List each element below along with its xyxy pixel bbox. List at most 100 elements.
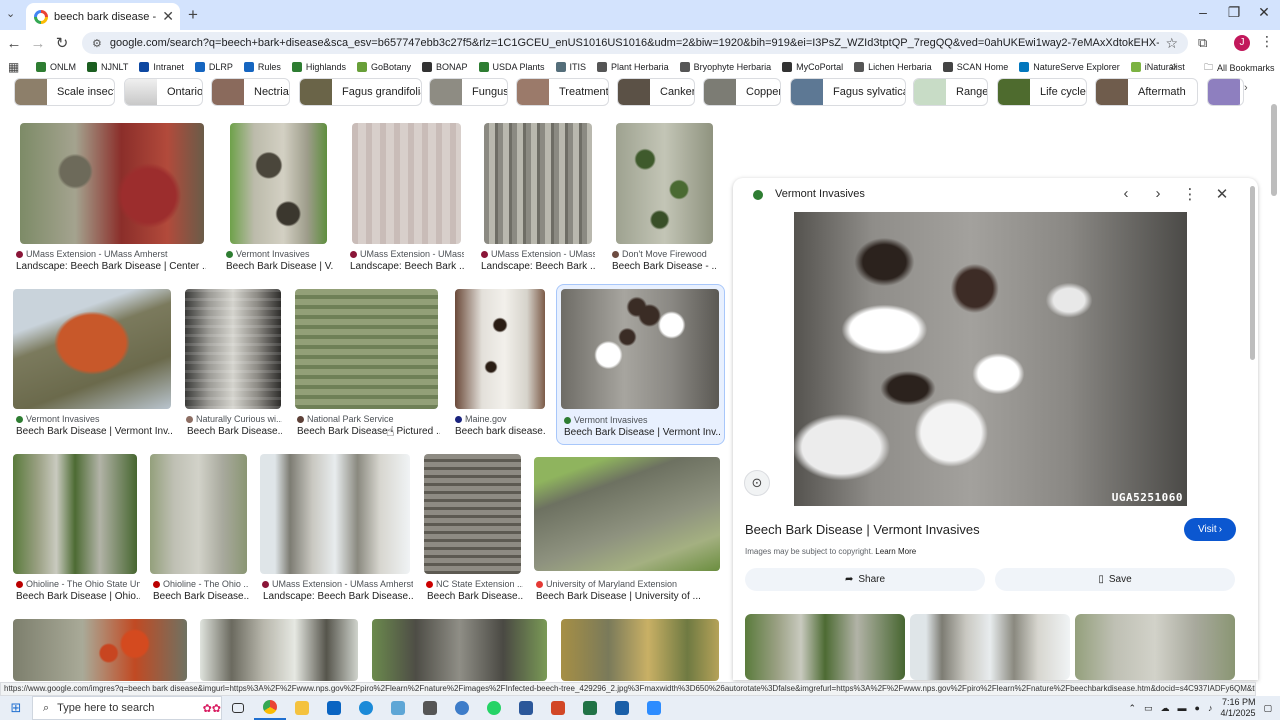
chip[interactable]: Nectria xyxy=(211,78,290,106)
bookmark-item[interactable]: ONLM xyxy=(36,62,76,72)
chip[interactable]: Life cycle xyxy=(997,78,1087,106)
image-result[interactable]: UMass Extension - UMass... Landscape: Be… xyxy=(348,122,464,274)
bookmark-item[interactable]: Lichen Herbaria xyxy=(854,62,932,72)
chip[interactable]: Treatment xyxy=(516,78,609,106)
close-tab-icon[interactable]: ✕ xyxy=(162,8,174,25)
preview-scrollbar[interactable] xyxy=(1250,186,1255,360)
bookmark-item[interactable]: Plant Herbaria xyxy=(597,62,669,72)
back-icon[interactable]: ← xyxy=(2,35,26,52)
image-result[interactable]: Vermont Invasives Beech Bark Disease | V… xyxy=(12,288,172,440)
image-result[interactable]: Maine.gov Beech bark disease... xyxy=(452,288,546,440)
image-result[interactable]: University of Maryland Extension Beech B… xyxy=(532,453,722,605)
extensions-icon[interactable]: ⧉ xyxy=(1198,35,1207,51)
image-result[interactable]: Ohioline - The Ohio State Un... Beech Ba… xyxy=(12,453,140,605)
bookmark-item[interactable]: MyCoPortal xyxy=(782,62,843,72)
browser-menu-icon[interactable]: ⋮ xyxy=(1260,33,1274,50)
bookmark-item[interactable]: DLRP xyxy=(194,62,233,72)
apps-grid-icon[interactable]: ▦ xyxy=(8,60,22,74)
image-result[interactable]: Vermont Invasives Beech Bark Disease | V… xyxy=(224,122,334,274)
image-result[interactable]: NC State Extension ... Beech Bark Diseas… xyxy=(423,453,523,605)
image-result-selected[interactable]: Vermont Invasives Beech Bark Disease | V… xyxy=(556,284,725,445)
preview-image[interactable]: UGA5251060 xyxy=(794,212,1187,506)
bookmark-item[interactable]: ITIS xyxy=(555,62,586,72)
task-view-icon[interactable] xyxy=(222,696,254,720)
notifications-icon[interactable]: ▢ xyxy=(1263,703,1272,714)
related-image[interactable] xyxy=(910,614,1070,680)
file-explorer-icon[interactable] xyxy=(286,696,318,720)
chip[interactable]: Canker xyxy=(617,78,695,106)
chip[interactable]: Ontario xyxy=(124,78,203,106)
word-icon[interactable] xyxy=(510,696,542,720)
taskbar-search[interactable]: ⌕ Type here to search ✿✿ xyxy=(32,696,222,720)
tray-overflow-icon[interactable]: ⌃ xyxy=(1128,703,1136,714)
image-result[interactable]: Don't Move Firewood Beech Bark Disease -… xyxy=(610,122,716,274)
all-bookmarks-button[interactable]: 🗀 All Bookmarks xyxy=(1204,60,1275,76)
outlook-icon[interactable] xyxy=(318,696,350,720)
app-icon[interactable] xyxy=(606,696,638,720)
chrome-icon[interactable] xyxy=(254,696,286,720)
image-result[interactable] xyxy=(371,619,548,681)
bookmark-item[interactable]: BONAP xyxy=(421,62,468,72)
chip[interactable]: Fagus sylvatica xyxy=(790,78,906,106)
new-tab-icon[interactable]: + xyxy=(188,5,198,25)
learn-more-link[interactable]: Learn More xyxy=(875,547,916,556)
preview-source[interactable]: Vermont Invasives xyxy=(775,188,865,200)
close-window-icon[interactable]: ✕ xyxy=(1249,4,1279,21)
bookmark-item[interactable]: Highlands xyxy=(291,62,346,72)
bookmark-item[interactable]: SCAN Home xyxy=(942,62,1008,72)
visit-button[interactable]: Visit › xyxy=(1184,518,1236,541)
related-image[interactable] xyxy=(745,614,905,680)
bookmark-item[interactable]: GoBotany xyxy=(356,62,411,72)
site-info-icon[interactable]: ⚙ xyxy=(92,37,102,50)
calculator-icon[interactable] xyxy=(414,696,446,720)
bookmark-item[interactable]: Rules xyxy=(243,62,281,72)
image-result[interactable]: National Park Service Beech Bark Disease… xyxy=(294,288,440,440)
image-result[interactable]: UMass Extension - UMass Amherst Landscap… xyxy=(14,122,206,274)
chip[interactable]: Fungus xyxy=(429,78,508,106)
edge-icon[interactable] xyxy=(350,696,382,720)
chip[interactable]: Aftermath xyxy=(1095,78,1198,106)
bookmark-item[interactable]: Intranet xyxy=(139,62,184,72)
bookmark-star-icon[interactable]: ☆ xyxy=(1165,35,1178,52)
chip[interactable] xyxy=(1207,78,1244,106)
chip[interactable]: Fagus grandifolia xyxy=(299,78,422,106)
battery-icon[interactable]: ▬ xyxy=(1178,703,1187,713)
clock[interactable]: 7:16 PM 4/1/2025 xyxy=(1220,697,1255,719)
image-result[interactable] xyxy=(560,619,720,681)
chip[interactable]: Copper xyxy=(703,78,781,106)
microphone-icon[interactable]: ● xyxy=(1195,703,1200,713)
cloud-icon[interactable]: ☁ xyxy=(1161,703,1170,714)
excel-icon[interactable] xyxy=(574,696,606,720)
chips-scroll-right-icon[interactable]: › xyxy=(1244,82,1248,94)
previous-icon[interactable]: ‹ xyxy=(1116,185,1136,202)
share-button[interactable]: ➦ Share xyxy=(745,568,985,591)
bookmark-item[interactable]: NJNLT xyxy=(87,62,128,72)
forward-icon[interactable]: → xyxy=(26,35,50,52)
reload-icon[interactable]: ↻ xyxy=(50,34,74,52)
image-result[interactable]: Naturally Curious wi... Beech Bark Disea… xyxy=(184,288,282,440)
app-icon[interactable] xyxy=(382,696,414,720)
next-icon[interactable]: › xyxy=(1148,185,1168,202)
chip[interactable]: Scale insect xyxy=(14,78,115,106)
image-result[interactable]: UMass Extension - UMass... Landscape: Be… xyxy=(479,122,595,274)
close-icon[interactable]: ✕ xyxy=(1212,185,1232,203)
minimize-icon[interactable]: – xyxy=(1188,4,1218,20)
chip[interactable]: Range xyxy=(913,78,988,106)
lens-search-icon[interactable]: ⊙ xyxy=(744,470,770,496)
volume-icon[interactable]: ♪ xyxy=(1208,703,1213,713)
whatsapp-icon[interactable] xyxy=(478,696,510,720)
bookmark-item[interactable]: NatureServe Explorer xyxy=(1019,62,1120,72)
more-options-icon[interactable]: ⋮ xyxy=(1180,185,1200,203)
bookmark-item[interactable]: Bryophyte Herbaria xyxy=(679,62,771,72)
image-result[interactable] xyxy=(12,619,188,681)
network-icon[interactable]: ▭ xyxy=(1144,703,1153,714)
image-result[interactable]: Ohioline - The Ohio ... Beech Bark Disea… xyxy=(149,453,249,605)
more-bookmarks-icon[interactable]: » xyxy=(1170,59,1177,73)
restore-icon[interactable]: ❐ xyxy=(1219,4,1249,21)
preview-title[interactable]: Beech Bark Disease | Vermont Invasives xyxy=(745,522,980,537)
image-result[interactable]: UMass Extension - UMass Amherst Landscap… xyxy=(259,453,413,605)
app-icon[interactable] xyxy=(446,696,478,720)
powerpoint-icon[interactable] xyxy=(542,696,574,720)
bookmark-item[interactable]: USDA Plants xyxy=(478,62,545,72)
image-result[interactable] xyxy=(199,619,359,681)
